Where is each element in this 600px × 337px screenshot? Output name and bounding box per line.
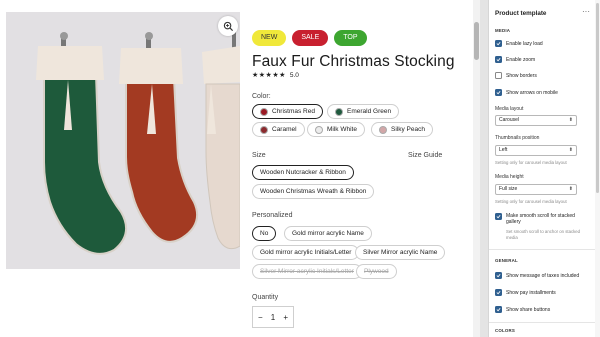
smooth-scroll-checkbox[interactable] xyxy=(495,213,502,220)
section-divider xyxy=(489,249,600,250)
personalized-label: Personalized xyxy=(252,212,293,219)
thumbnails-position-select[interactable]: Left ⬍ xyxy=(495,145,577,156)
checkbox-checked-icon xyxy=(495,272,502,279)
swatch-icon xyxy=(260,125,268,134)
personalized-option-no[interactable]: No xyxy=(252,226,277,241)
panel-title: Product template xyxy=(495,10,547,17)
checkbox-label: Show borders xyxy=(506,72,537,79)
color-option-label: Emerald Green xyxy=(347,108,392,115)
color-option-caramel[interactable]: Caramel xyxy=(252,122,305,137)
zoom-checkbox[interactable]: Enable zoom xyxy=(495,56,535,63)
checkbox-label: Enable zoom xyxy=(506,56,536,63)
checkbox-checked-icon xyxy=(495,89,502,96)
section-general: GENERAL xyxy=(495,258,518,263)
quantity-value[interactable]: 1 xyxy=(271,313,275,322)
share-buttons-checkbox[interactable]: Show share buttons xyxy=(495,306,550,313)
checkbox-unchecked-icon xyxy=(495,72,502,79)
checkbox-label: Enable lazy load xyxy=(506,40,543,47)
color-label: Color: xyxy=(252,93,271,100)
thumbnails-position-label: Thumbnails position xyxy=(495,135,540,141)
checkbox-checked-icon xyxy=(495,289,502,296)
taxes-message-checkbox[interactable]: Show message of taxes included xyxy=(495,272,579,279)
preview-scrollbar[interactable] xyxy=(473,0,480,337)
stockings-photo xyxy=(6,12,240,269)
quantity-plus-button[interactable]: + xyxy=(283,313,288,322)
checkbox-label: Show share buttons xyxy=(506,306,551,313)
size-guide-link[interactable]: Size Guide xyxy=(408,152,442,159)
star-rating-icons: ★★★★★ xyxy=(252,72,286,79)
storefront-preview: NEW SALE TOP Faux Fur Christmas Stocking… xyxy=(0,0,480,337)
zoom-button[interactable] xyxy=(218,16,238,36)
rating-value: 5.0 xyxy=(289,71,299,79)
smooth-scroll-note: Set smooth scroll to anchor on stacked m… xyxy=(506,229,581,240)
swatch-icon xyxy=(379,125,387,134)
media-height-note: Setting only for carousel media layout xyxy=(495,199,567,204)
color-option-christmas-red[interactable]: Christmas Red xyxy=(252,104,323,119)
color-option-emerald-green[interactable]: Emerald Green xyxy=(327,104,400,119)
personalized-option-silver-name[interactable]: Silver Mirror acrylic Name xyxy=(355,245,446,260)
color-option-label: Christmas Red xyxy=(272,108,315,115)
product-badges: NEW SALE TOP xyxy=(252,30,367,46)
color-option-label: Silky Peach xyxy=(391,126,425,133)
color-option-label: Caramel xyxy=(272,126,297,133)
select-value: Carousel xyxy=(499,117,520,123)
personalized-option-gold-initials[interactable]: Gold mirror acrylic Initials/Letter xyxy=(252,245,360,260)
panel-scrollbar-thumb[interactable] xyxy=(596,3,599,193)
smooth-scroll-label: Make smooth scroll for stacked gallery xyxy=(506,213,575,225)
swatch-icon xyxy=(315,125,323,134)
badge-sale: SALE xyxy=(292,30,329,46)
show-borders-checkbox[interactable]: Show borders xyxy=(495,72,537,79)
lazy-load-checkbox[interactable]: Enable lazy load xyxy=(495,40,543,47)
badge-new: NEW xyxy=(252,30,287,46)
checkbox-checked-icon xyxy=(495,56,502,63)
checkbox-label: Show message of taxes included xyxy=(506,272,580,279)
size-option-nutcracker[interactable]: Wooden Nutcracker & Ribbon xyxy=(252,165,354,180)
thumbnails-position-note: Setting only for carousel media layout xyxy=(495,160,567,165)
quantity-stepper[interactable]: − 1 + xyxy=(252,306,294,328)
personalized-option-silver-initials: Silver Mirror acrylic Initials/Letter xyxy=(252,264,362,279)
checkbox-label: Show arrows on mobile xyxy=(506,89,558,96)
color-option-label: Milk White xyxy=(327,126,357,133)
swatch-icon xyxy=(260,107,268,116)
size-option-wreath[interactable]: Wooden Christmas Wreath & Ribbon xyxy=(252,184,375,199)
color-option-milk-white[interactable]: Milk White xyxy=(307,122,365,137)
show-arrows-checkbox[interactable]: Show arrows on mobile xyxy=(495,89,558,96)
media-height-select[interactable]: Full size ⬍ xyxy=(495,184,577,195)
product-title: Faux Fur Christmas Stocking xyxy=(252,53,455,70)
media-height-label: Media height xyxy=(495,174,524,180)
media-layout-select[interactable]: Carousel ⬍ xyxy=(495,115,577,126)
panel-scrollbar[interactable] xyxy=(595,0,600,337)
personalized-option-gold-name[interactable]: Gold mirror acrylic Name xyxy=(284,226,372,241)
size-label: Size xyxy=(252,152,266,159)
section-colors: COLORS xyxy=(495,328,515,333)
select-caret-icon: ⬍ xyxy=(568,147,573,153)
swatch-icon xyxy=(335,107,343,116)
editor-page: NEW SALE TOP Faux Fur Christmas Stocking… xyxy=(0,0,600,337)
quantity-label: Quantity xyxy=(252,294,279,301)
panel-divider xyxy=(480,0,488,337)
select-caret-icon: ⬍ xyxy=(568,117,573,123)
select-caret-icon: ⬍ xyxy=(568,186,573,192)
settings-panel: Product template ··· MEDIA Enable lazy l… xyxy=(488,0,600,337)
badge-top: TOP xyxy=(334,30,367,46)
checkbox-checked-icon xyxy=(495,213,502,220)
pay-installments-checkbox[interactable]: Show pay installments xyxy=(495,289,556,296)
quantity-minus-button[interactable]: − xyxy=(258,313,263,322)
product-rating: ★★★★★ 5.0 xyxy=(252,71,299,80)
preview-scrollbar-thumb[interactable] xyxy=(474,22,479,60)
checkbox-checked-icon xyxy=(495,306,502,313)
select-value: Left xyxy=(499,147,508,153)
media-layout-label: Media layout xyxy=(495,106,524,112)
more-options-icon[interactable]: ··· xyxy=(582,7,590,16)
zoom-in-icon xyxy=(223,21,233,31)
section-media: MEDIA xyxy=(495,28,511,33)
checkbox-checked-icon xyxy=(495,40,502,47)
select-value: Full size xyxy=(499,186,518,192)
main-product-image[interactable] xyxy=(6,12,240,269)
personalized-option-plywood: Plywood xyxy=(356,264,397,279)
section-divider xyxy=(489,322,600,323)
color-option-silky-peach[interactable]: Silky Peach xyxy=(371,122,433,137)
checkbox-label: Show pay installments xyxy=(506,289,556,296)
